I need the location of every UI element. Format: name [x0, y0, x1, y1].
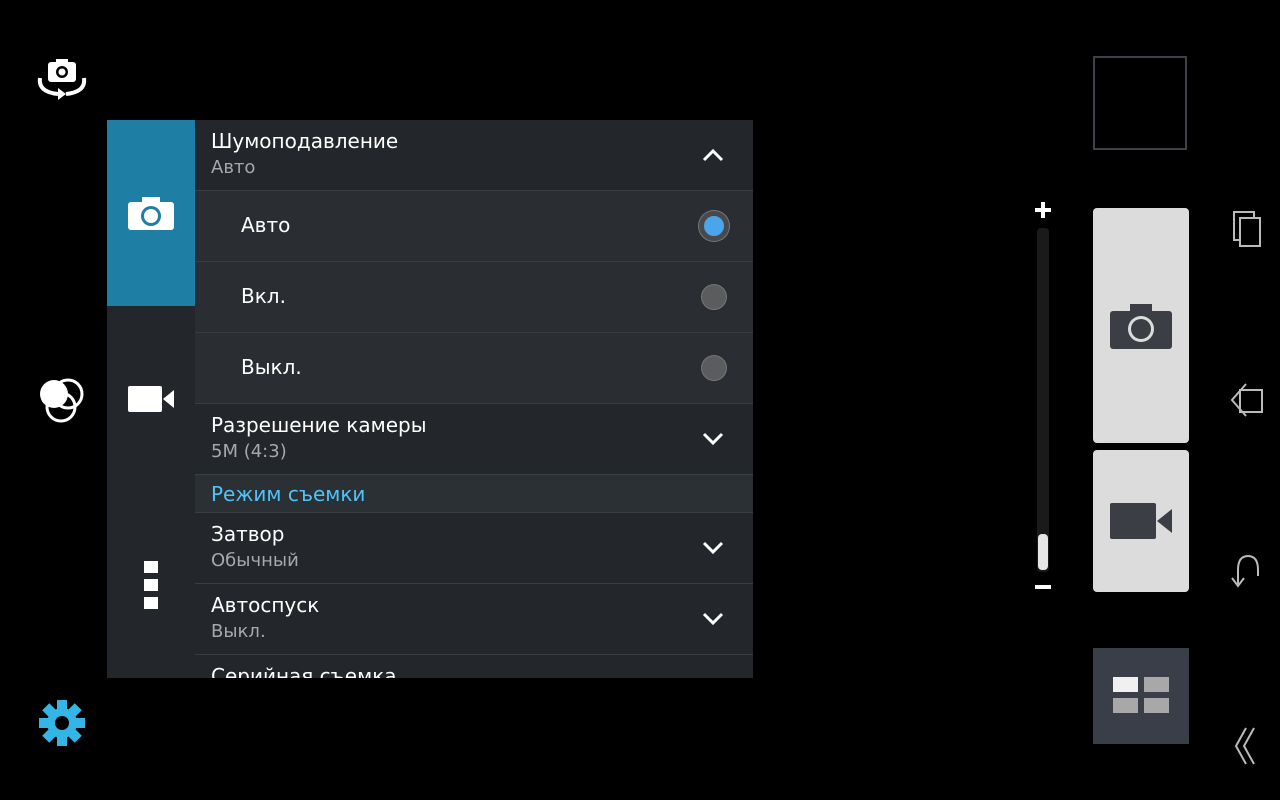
- chevron-down-icon[interactable]: [701, 611, 725, 627]
- setting-title: Шумоподавление: [211, 129, 399, 153]
- option-auto[interactable]: Авто: [195, 191, 753, 262]
- setting-title: Автоспуск: [211, 593, 320, 617]
- mode-grid-button[interactable]: [1093, 648, 1189, 744]
- gear-icon[interactable]: [36, 698, 88, 748]
- zoom-out-icon[interactable]: [1033, 580, 1053, 594]
- grid-icon: [1113, 677, 1169, 713]
- option-label: Авто: [241, 213, 291, 237]
- option-label: Выкл.: [241, 355, 302, 379]
- photo-shutter-button[interactable]: [1093, 208, 1189, 443]
- setting-title: Серийная съемка: [211, 664, 397, 678]
- switch-camera-icon[interactable]: [34, 56, 90, 104]
- option-on[interactable]: Вкл.: [195, 262, 753, 333]
- camera-icon: [128, 197, 174, 230]
- settings-list: Шумоподавление Авто Авто Вкл. Выкл. Разр…: [195, 120, 753, 678]
- settings-tabs: [107, 120, 195, 678]
- chevron-up-icon[interactable]: [701, 147, 725, 163]
- tab-more-settings[interactable]: [107, 492, 195, 678]
- tab-video-settings[interactable]: [107, 306, 195, 492]
- zoom-in-icon[interactable]: [1033, 200, 1053, 220]
- zoom-slider-thumb[interactable]: [1038, 534, 1048, 570]
- radio-unselected[interactable]: [699, 353, 729, 383]
- setting-value: Авто: [211, 157, 256, 178]
- radio-unselected[interactable]: [699, 282, 729, 312]
- video-camera-icon: [1110, 503, 1172, 539]
- option-label: Вкл.: [241, 284, 286, 308]
- home-icon[interactable]: [1226, 548, 1270, 592]
- chevron-down-icon[interactable]: [701, 540, 725, 556]
- more-vert-icon: [144, 561, 158, 609]
- color-filter-icon[interactable]: [36, 376, 88, 426]
- camera-icon: [1110, 303, 1172, 349]
- setting-value: Выкл.: [211, 621, 266, 642]
- recent-apps-icon[interactable]: [1226, 206, 1270, 250]
- zoom-slider-track[interactable]: [1037, 228, 1049, 572]
- gallery-thumbnail[interactable]: [1093, 56, 1187, 150]
- section-title: Режим съемки: [211, 482, 366, 506]
- option-off[interactable]: Выкл.: [195, 333, 753, 404]
- setting-value: Обычный: [211, 550, 299, 571]
- setting-burst[interactable]: Серийная съемка: [195, 655, 753, 678]
- chevron-down-icon[interactable]: [701, 431, 725, 447]
- radio-selected[interactable]: [699, 211, 729, 241]
- setting-self-timer[interactable]: Автоспуск Выкл.: [195, 584, 753, 655]
- video-camera-icon: [128, 386, 174, 412]
- setting-title: Затвор: [211, 522, 285, 546]
- collapse-icon[interactable]: [1226, 724, 1270, 768]
- setting-resolution[interactable]: Разрешение камеры 5M (4:3): [195, 404, 753, 475]
- back-icon[interactable]: [1226, 378, 1270, 422]
- setting-noise-reduction[interactable]: Шумоподавление Авто: [195, 120, 753, 191]
- section-shooting-mode: Режим съемки: [195, 475, 753, 513]
- video-record-button[interactable]: [1093, 450, 1189, 592]
- setting-title: Разрешение камеры: [211, 413, 427, 437]
- tab-photo-settings[interactable]: [107, 120, 195, 306]
- settings-panel: Шумоподавление Авто Авто Вкл. Выкл. Разр…: [107, 120, 753, 678]
- setting-value: 5M (4:3): [211, 441, 287, 462]
- setting-shutter[interactable]: Затвор Обычный: [195, 513, 753, 584]
